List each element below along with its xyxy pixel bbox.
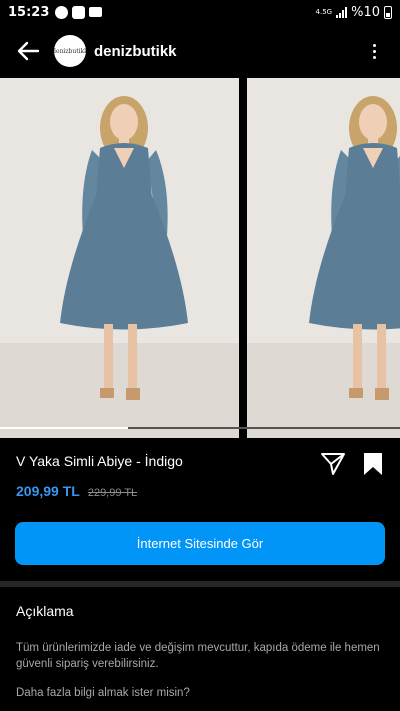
description-text: Tüm ürünlerimizde iade ve değişim mevcut… [16,642,380,670]
folder-icon [89,7,103,17]
status-right: 4.5G %10 [316,5,392,20]
status-bar: 15:23 4.5G %10 [0,0,400,24]
divider [0,581,400,587]
header: denizbutikk denizbutikk [0,24,400,78]
notification-icons [55,5,103,19]
product-image[interactable] [0,78,239,438]
carousel-progress-fill [0,427,128,429]
status-time: 15:23 [8,4,50,20]
more-options-icon[interactable] [362,37,386,65]
bookmark-icon[interactable] [362,452,384,476]
network-type: 4.5G [315,7,333,16]
whatsapp-icon [55,5,69,19]
price-row: 209,99 TL 229,99 TL [16,483,137,499]
product-name: V Yaka Simli Abiye - İndigo [16,453,183,469]
share-icon[interactable] [320,452,346,478]
view-on-website-button[interactable]: İnternet Sitesinde Gör [15,522,385,565]
account-name[interactable]: denizbutikk [94,43,177,60]
price: 209,99 TL [16,483,80,499]
battery-text: %10 [351,4,380,20]
old-price: 229,99 TL [87,487,138,499]
description-title: Açıklama [16,603,74,619]
back-arrow-icon[interactable] [14,37,42,65]
avatar-text: denizbutikk [54,47,86,55]
gmail-icon [72,5,86,19]
product-image[interactable] [247,78,400,438]
battery-icon [384,5,392,19]
avatar[interactable]: denizbutikk [54,35,86,67]
signal-icon [336,6,348,18]
carousel-progress [0,427,400,429]
product-image-carousel[interactable] [0,78,400,438]
description-question[interactable]: Daha fazla bilgi almak ister misin? [16,687,386,699]
